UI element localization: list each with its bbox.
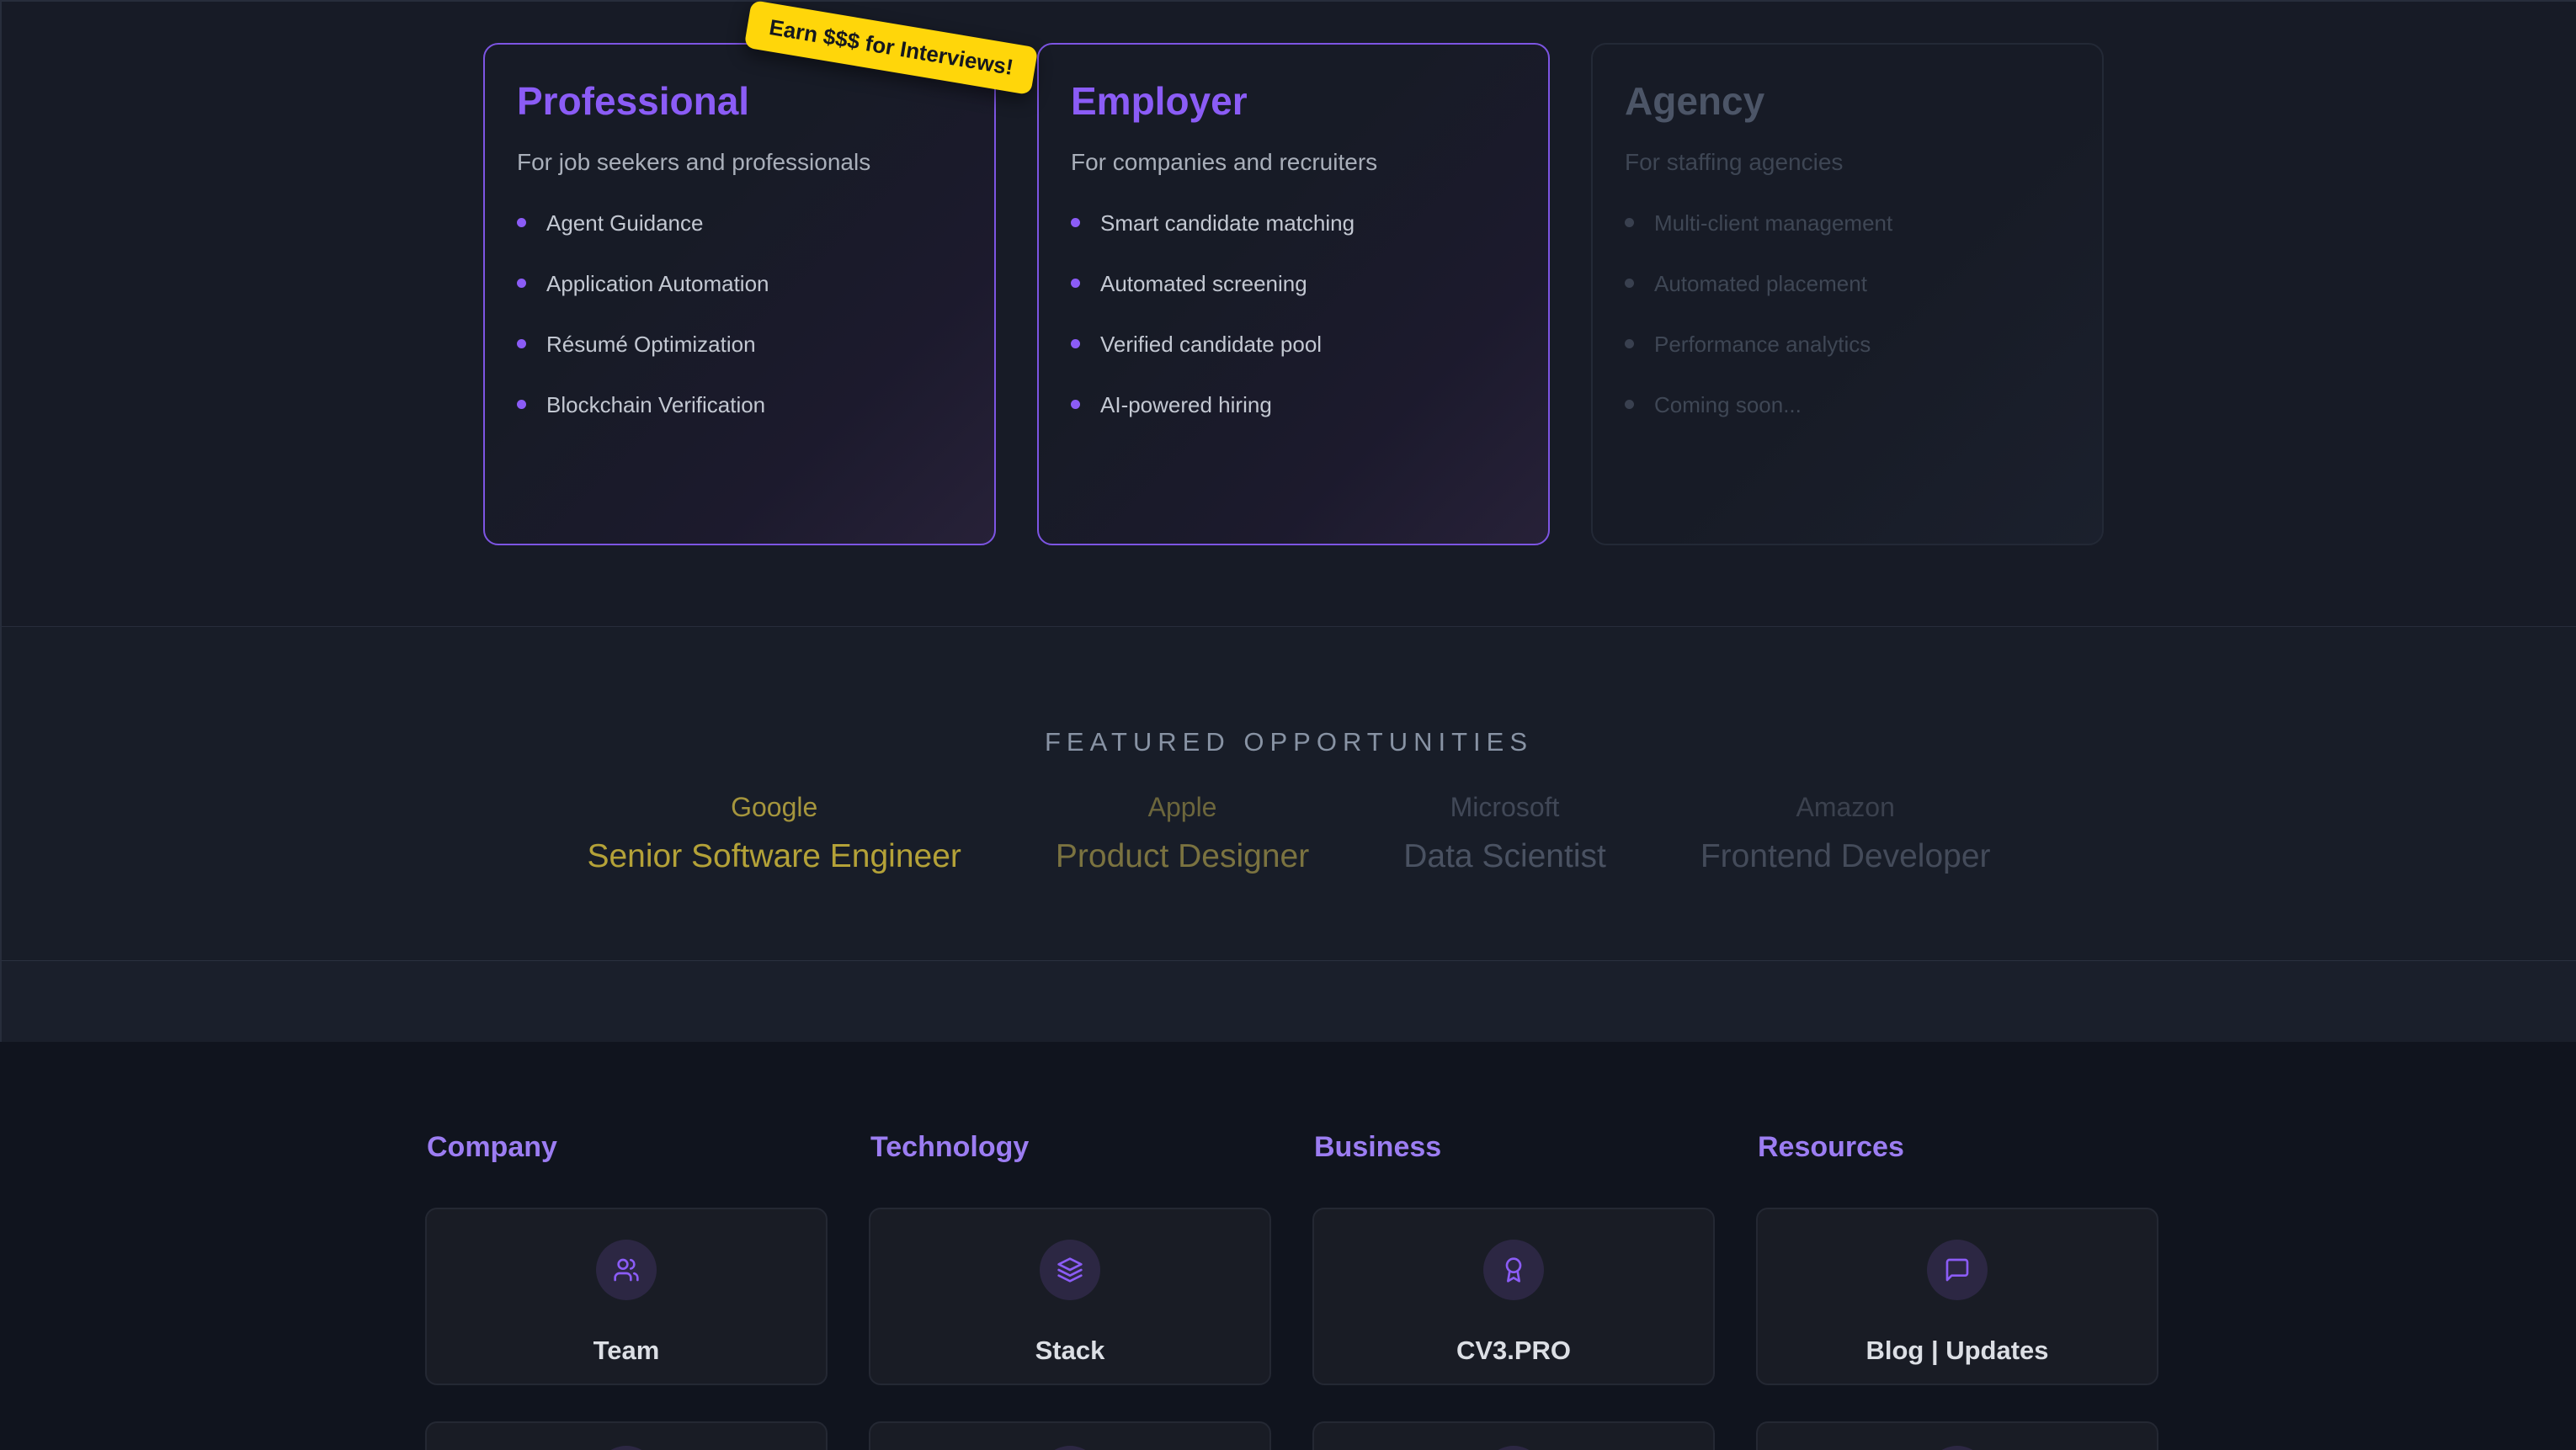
bullet-icon: [1071, 400, 1080, 409]
footer-card-partial[interactable]: [425, 1421, 828, 1450]
bullet-icon: [1071, 339, 1080, 348]
bullet-icon: [1625, 339, 1634, 348]
footer-card-cv3pro[interactable]: CV3.PRO: [1312, 1208, 1715, 1385]
footer-card-partial[interactable]: [1312, 1421, 1715, 1450]
footer-card-blog[interactable]: Blog | Updates: [1756, 1208, 2158, 1385]
award-icon: [1483, 1240, 1544, 1300]
featured-company: Apple: [1056, 791, 1309, 823]
featured-item-google[interactable]: Google Senior Software Engineer: [587, 791, 961, 876]
plan-feature-label: Automated placement: [1654, 269, 1867, 298]
plan-card-employer[interactable]: Employer For companies and recruiters Sm…: [1037, 43, 1550, 545]
bullet-icon: [1071, 279, 1080, 288]
bullet-icon: [1625, 218, 1634, 227]
footer-card-label: Team: [593, 1336, 660, 1366]
bullet-icon: [1071, 218, 1080, 227]
footer-grid: Company Team Technology: [425, 1131, 2576, 1450]
featured-company: Amazon: [1700, 791, 1991, 823]
site-footer: Company Team Technology: [0, 1042, 2576, 1450]
footer-column-heading: Technology: [870, 1131, 1271, 1164]
plan-feature-label: Coming soon...: [1654, 390, 1802, 419]
bullet-icon: [1625, 279, 1634, 288]
circle-icon: [1927, 1446, 1988, 1450]
featured-opportunities-section: FEATURED OPPORTUNITIES Google Senior Sof…: [0, 627, 2576, 961]
plan-feature-list: Multi-client management Automated placem…: [1625, 209, 2070, 419]
plan-feature-list: Smart candidate matching Automated scree…: [1071, 209, 1516, 419]
featured-items-row: Google Senior Software Engineer Apple Pr…: [2, 791, 2576, 876]
plans-section: Professional For job seekers and profess…: [0, 0, 2576, 627]
footer-card-label: Stack: [1035, 1336, 1105, 1366]
footer-card-stack[interactable]: Stack: [869, 1208, 1271, 1385]
footer-column-heading: Company: [427, 1131, 828, 1164]
circle-icon: [596, 1446, 657, 1450]
plan-title: Agency: [1625, 78, 2070, 125]
users-icon: [596, 1240, 657, 1300]
featured-job-title: Data Scientist: [1403, 837, 1606, 877]
featured-company: Microsoft: [1403, 791, 1606, 823]
plan-title: Employer: [1071, 78, 1516, 125]
plan-feature-label: Smart candidate matching: [1100, 209, 1355, 237]
footer-card-partial[interactable]: [1756, 1421, 2158, 1450]
plans-row: Professional For job seekers and profess…: [483, 43, 2104, 545]
plan-feature: Performance analytics: [1625, 330, 2070, 359]
featured-heading: FEATURED OPPORTUNITIES: [2, 726, 2576, 757]
plan-feature: Multi-client management: [1625, 209, 2070, 237]
bullet-icon: [517, 218, 526, 227]
plan-feature-label: Automated screening: [1100, 269, 1307, 298]
featured-item-microsoft[interactable]: Microsoft Data Scientist: [1403, 791, 1606, 876]
footer-card-partial[interactable]: [869, 1421, 1271, 1450]
footer-card-label: Blog | Updates: [1865, 1336, 2048, 1366]
bullet-icon: [517, 279, 526, 288]
plan-feature-list: Agent Guidance Application Automation Ré…: [517, 209, 962, 419]
plan-title: Professional: [517, 78, 962, 125]
featured-item-apple[interactable]: Apple Product Designer: [1056, 791, 1309, 876]
plan-subtitle: For job seekers and professionals: [517, 146, 962, 178]
bullet-icon: [517, 400, 526, 409]
plan-feature: Verified candidate pool: [1071, 330, 1516, 359]
plan-feature-label: Application Automation: [546, 269, 769, 298]
plan-feature: Automated placement: [1625, 269, 2070, 298]
plan-feature: Agent Guidance: [517, 209, 962, 237]
featured-job-title: Product Designer: [1056, 837, 1309, 877]
featured-job-title: Frontend Developer: [1700, 837, 1991, 877]
plan-feature: AI-powered hiring: [1071, 390, 1516, 419]
footer-column-company: Company Team: [425, 1131, 828, 1450]
plan-subtitle: For companies and recruiters: [1071, 146, 1516, 178]
plan-feature: Smart candidate matching: [1071, 209, 1516, 237]
plan-feature: Blockchain Verification: [517, 390, 962, 419]
featured-item-amazon[interactable]: Amazon Frontend Developer: [1700, 791, 1991, 876]
plan-feature: Résumé Optimization: [517, 330, 962, 359]
plan-feature-label: AI-powered hiring: [1100, 390, 1272, 419]
plan-feature: Automated screening: [1071, 269, 1516, 298]
plan-feature: Application Automation: [517, 269, 962, 298]
plan-feature: Coming soon...: [1625, 390, 2070, 419]
featured-job-title: Senior Software Engineer: [587, 837, 961, 877]
plan-feature-label: Résumé Optimization: [546, 330, 756, 359]
landing-page: Professional For job seekers and profess…: [0, 0, 2576, 1450]
plan-feature-label: Verified candidate pool: [1100, 330, 1322, 359]
circle-icon: [1483, 1446, 1544, 1450]
circle-icon: [1040, 1446, 1100, 1450]
plan-feature-label: Performance analytics: [1654, 330, 1871, 359]
message-icon: [1927, 1240, 1988, 1300]
footer-column-heading: Business: [1314, 1131, 1715, 1164]
featured-company: Google: [587, 791, 961, 823]
footer-column-heading: Resources: [1758, 1131, 2158, 1164]
bullet-icon: [517, 339, 526, 348]
footer-column-business: Business CV3.PRO: [1312, 1131, 1715, 1450]
plan-feature-label: Blockchain Verification: [546, 390, 765, 419]
plan-subtitle: For staffing agencies: [1625, 146, 2070, 178]
plan-feature-label: Multi-client management: [1654, 209, 1892, 237]
section-divider-band: [0, 961, 2576, 1042]
footer-card-team[interactable]: Team: [425, 1208, 828, 1385]
footer-card-label: CV3.PRO: [1456, 1336, 1571, 1366]
footer-column-technology: Technology Stack: [869, 1131, 1271, 1450]
plan-card-professional[interactable]: Professional For job seekers and profess…: [483, 43, 996, 545]
plan-card-agency: Agency For staffing agencies Multi-clien…: [1591, 43, 2104, 545]
layers-icon: [1040, 1240, 1100, 1300]
plan-feature-label: Agent Guidance: [546, 209, 703, 237]
bullet-icon: [1625, 400, 1634, 409]
footer-column-resources: Resources Blog | Updates: [1756, 1131, 2158, 1450]
